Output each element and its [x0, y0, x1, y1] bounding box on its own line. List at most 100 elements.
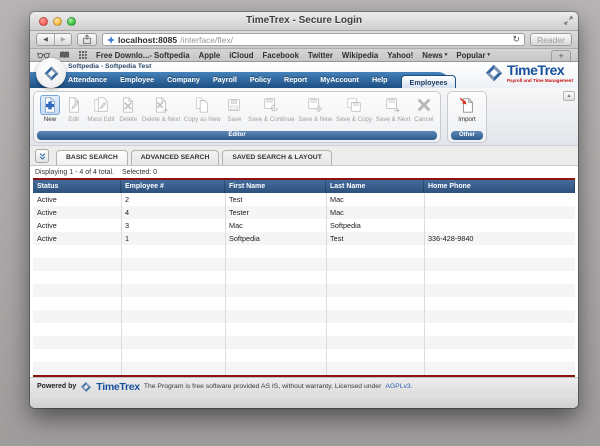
- browser-toolbar: ◀ ▶ localhost:8085 /interface/flex/ ↻ Re…: [30, 31, 578, 49]
- save-copy-icon: [344, 95, 364, 115]
- import-document-icon: [457, 95, 477, 115]
- action-toolbar: New Edit Mass Edit Delete Delete & Next …: [30, 88, 578, 146]
- table-row[interactable]: Active 4 Tester Mac: [33, 206, 575, 219]
- nav-tab-help[interactable]: Help: [372, 75, 388, 86]
- zoom-window-button[interactable]: [67, 17, 76, 26]
- powered-by-label: Powered by: [37, 383, 77, 390]
- delete-button[interactable]: Delete: [118, 95, 138, 123]
- bookmark-icloud[interactable]: iCloud: [229, 51, 253, 60]
- nav-tab-attendance[interactable]: Attendance: [68, 75, 107, 86]
- cancel-x-icon: [414, 95, 434, 115]
- column-header-first-name[interactable]: First Name: [225, 180, 326, 193]
- copy-documents-icon: [192, 95, 212, 115]
- license-text: The Program is free software provided AS…: [143, 383, 382, 390]
- nav-tab-myaccount[interactable]: MyAccount: [320, 75, 359, 86]
- new-button[interactable]: New: [40, 95, 60, 123]
- close-window-button[interactable]: [39, 17, 48, 26]
- bookmark-twitter[interactable]: Twitter: [308, 51, 333, 60]
- site-icon: [107, 35, 115, 44]
- timetrex-diamond-icon: [485, 64, 503, 82]
- edit-document-icon: [64, 95, 84, 115]
- editor-button-group: New Edit Mass Edit Delete Delete & Next …: [33, 91, 441, 143]
- window-title: TimeTrex - Secure Login: [246, 15, 362, 26]
- tab-advanced-search[interactable]: ADVANCED SEARCH: [130, 150, 220, 165]
- delete-document-icon: [118, 95, 138, 115]
- share-button[interactable]: [77, 33, 97, 46]
- table-row[interactable]: Active 2 Test Mac: [33, 193, 575, 206]
- footer-brand-name: TimeTrex: [96, 380, 140, 393]
- bookmark-news-menu[interactable]: News ▾: [422, 51, 447, 60]
- save-next-icon: [383, 95, 403, 115]
- result-status-line: Displaying 1 - 4 of 4 total. Selected: 0: [30, 166, 578, 178]
- back-button[interactable]: ◀: [37, 34, 54, 45]
- save-button[interactable]: Save: [224, 95, 244, 123]
- column-header-home-phone[interactable]: Home Phone: [424, 180, 575, 193]
- timetrex-diamond-icon: [81, 381, 92, 392]
- save-continue-button[interactable]: Save & Continue: [248, 95, 295, 123]
- nav-tab-employee[interactable]: Employee: [120, 75, 154, 86]
- save-new-button[interactable]: Save & New: [298, 95, 332, 123]
- column-header-last-name[interactable]: Last Name: [326, 180, 424, 193]
- collapse-search-button[interactable]: [35, 149, 49, 163]
- fullscreen-icon[interactable]: [564, 16, 573, 25]
- nav-tab-report[interactable]: Report: [284, 75, 307, 86]
- window-bottom-strip: [30, 395, 578, 408]
- top-sites-grid-icon[interactable]: [79, 51, 87, 59]
- bookmark-wikipedia[interactable]: Wikipedia: [342, 51, 378, 60]
- tab-basic-search[interactable]: BASIC SEARCH: [56, 150, 128, 165]
- mass-edit-button[interactable]: Mass Edit: [87, 95, 115, 123]
- reload-icon[interactable]: ↻: [512, 34, 520, 45]
- copy-as-new-button[interactable]: Copy as New: [184, 95, 221, 123]
- edit-button[interactable]: Edit: [64, 95, 84, 123]
- bookmark-facebook[interactable]: Facebook: [263, 51, 299, 60]
- nav-tab-company[interactable]: Company: [167, 75, 200, 86]
- cancel-button[interactable]: Cancel: [414, 95, 434, 123]
- column-header-status[interactable]: Status: [33, 180, 121, 193]
- tab-saved-search-layout[interactable]: SAVED SEARCH & LAYOUT: [222, 150, 332, 165]
- chevron-down-icon: ▾: [444, 52, 448, 58]
- forward-button[interactable]: ▶: [54, 34, 71, 45]
- editor-group-label: Editor: [37, 131, 437, 140]
- reader-button[interactable]: Reader: [530, 33, 572, 46]
- bookmark-popular-menu[interactable]: Popular ▾: [456, 51, 490, 60]
- scroll-up-arrow[interactable]: ▲: [563, 91, 575, 101]
- table-row[interactable]: Active 1 Softpedia Test 336-428-9840: [33, 232, 575, 245]
- app-header: Softpedia - Softpedia Test Attendance Em…: [30, 58, 578, 88]
- save-floppy-icon: [224, 95, 244, 115]
- displaying-count: Displaying 1 - 4 of 4 total.: [35, 168, 114, 176]
- timetrex-diamond-icon: [43, 65, 59, 81]
- bookmarks-bar: Free Downlo...- Softpedia Apple iCloud F…: [30, 49, 578, 62]
- other-button-group: Import Other: [447, 91, 487, 143]
- new-tab-button[interactable]: +: [551, 50, 571, 61]
- nav-tab-policy[interactable]: Policy: [250, 75, 271, 86]
- bookmark-apple[interactable]: Apple: [199, 51, 221, 60]
- chevron-down-icon: ▾: [487, 52, 491, 58]
- delete-next-icon: [151, 95, 171, 115]
- new-document-icon: [40, 95, 60, 115]
- save-copy-button[interactable]: Save & Copy: [336, 95, 372, 123]
- nav-tab-payroll[interactable]: Payroll: [213, 75, 237, 86]
- bookmarks-book-icon[interactable]: [59, 51, 70, 59]
- timetrex-brand: TimeTrex Payroll and Time Management: [484, 63, 573, 83]
- nav-tab-employees-active[interactable]: Employees: [400, 74, 457, 88]
- table-row[interactable]: Active 3 Mac Softpedia: [33, 219, 575, 232]
- address-bar[interactable]: localhost:8085 /interface/flex/ ↻: [102, 33, 525, 46]
- column-header-employee-number[interactable]: Employee #: [121, 180, 225, 193]
- import-button[interactable]: Import: [457, 95, 477, 123]
- delete-next-button[interactable]: Delete & Next: [142, 95, 180, 123]
- brand-name: TimeTrex: [506, 61, 565, 78]
- table-body: Active 2 Test Mac Active 4 Tester Mac Active 3 M…: [33, 193, 575, 375]
- title-bar: TimeTrex - Secure Login: [30, 12, 578, 31]
- save-next-button[interactable]: Save & Next: [376, 95, 410, 123]
- table-header: Status Employee # First Name Last Name H…: [33, 180, 575, 193]
- timetrex-app: Softpedia - Softpedia Test Attendance Em…: [30, 58, 578, 408]
- search-tab-strip: BASIC SEARCH ADVANCED SEARCH SAVED SEARC…: [30, 146, 578, 166]
- save-continue-icon: [261, 95, 281, 115]
- history-nav-group: ◀ ▶: [36, 33, 72, 46]
- minimize-window-button[interactable]: [53, 17, 62, 26]
- bookmark-softpedia[interactable]: Free Downlo...- Softpedia: [96, 51, 190, 60]
- bookmark-yahoo[interactable]: Yahoo!: [387, 51, 413, 60]
- desktop-background: TimeTrex - Secure Login ◀ ▶ localhost:80…: [0, 0, 600, 446]
- brand-tagline: Payroll and Time Management: [506, 77, 573, 83]
- agpl-license-link[interactable]: AGPLv3.: [385, 383, 412, 390]
